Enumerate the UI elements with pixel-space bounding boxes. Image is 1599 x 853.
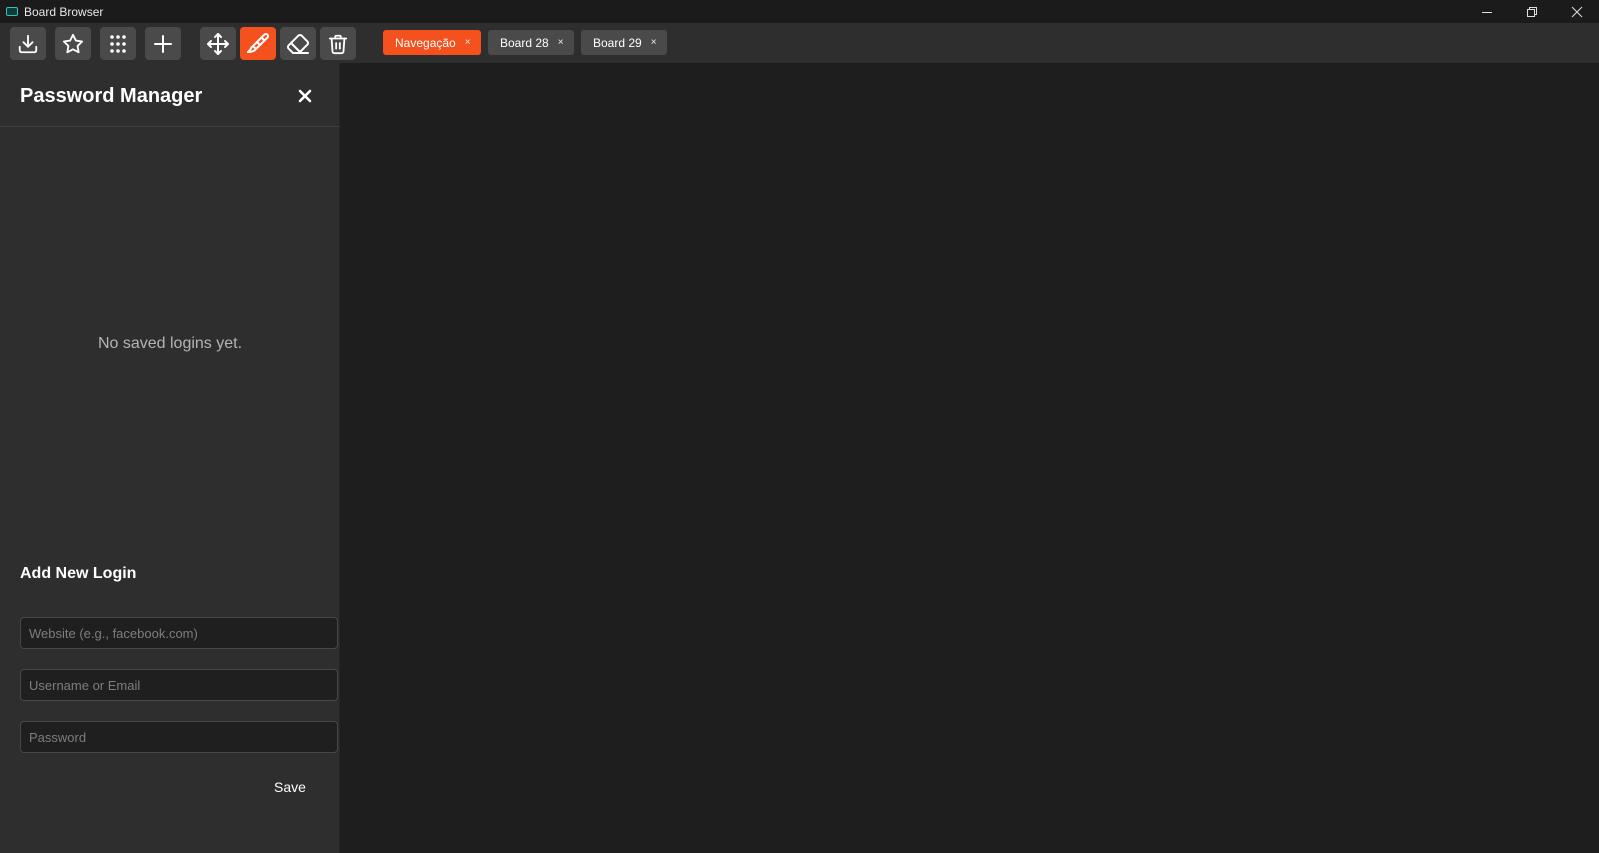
tab-label: Board 29 bbox=[593, 35, 642, 50]
move-icon bbox=[207, 32, 229, 55]
app-logo-icon bbox=[6, 7, 18, 16]
close-icon[interactable] bbox=[1554, 0, 1599, 23]
password-manager-panel: Password Manager No saved logins yet. Ad… bbox=[0, 63, 340, 853]
website-input[interactable] bbox=[20, 617, 338, 649]
username-input[interactable] bbox=[20, 669, 338, 701]
plus-icon bbox=[154, 34, 172, 53]
tab-close-icon[interactable]: × bbox=[651, 37, 657, 48]
star-icon bbox=[62, 33, 84, 53]
tab-label: Navegação bbox=[395, 35, 456, 50]
close-icon bbox=[298, 89, 312, 103]
eraser-tool-button[interactable] bbox=[280, 27, 316, 60]
tab-board-29[interactable]: Board 29 × bbox=[581, 30, 667, 55]
eraser-icon bbox=[286, 33, 310, 54]
download-icon bbox=[18, 34, 38, 53]
delete-button[interactable] bbox=[320, 27, 356, 60]
move-tool-button[interactable] bbox=[200, 27, 236, 60]
download-button[interactable] bbox=[10, 27, 46, 60]
favorites-button[interactable] bbox=[55, 27, 91, 60]
add-login-heading: Add New Login bbox=[20, 565, 137, 582]
restore-icon[interactable] bbox=[1509, 0, 1554, 23]
tab-navegacao[interactable]: Navegação × bbox=[383, 30, 481, 55]
save-button[interactable]: Save bbox=[262, 773, 318, 801]
window-controls bbox=[1464, 0, 1599, 23]
password-input[interactable] bbox=[20, 721, 338, 753]
window-title: Board Browser bbox=[24, 4, 104, 19]
minimize-icon[interactable] bbox=[1464, 0, 1509, 23]
panel-close-button[interactable] bbox=[296, 87, 314, 105]
panel-title: Password Manager bbox=[20, 85, 203, 107]
empty-state-message: No saved logins yet. bbox=[97, 335, 243, 352]
trash-icon bbox=[328, 34, 348, 54]
board-canvas[interactable] bbox=[341, 63, 1599, 853]
tab-close-icon[interactable]: × bbox=[558, 37, 564, 48]
tab-label: Board 28 bbox=[500, 35, 549, 50]
grid-icon bbox=[110, 34, 126, 53]
new-board-button[interactable] bbox=[145, 27, 181, 60]
brush-tool-button[interactable] bbox=[240, 27, 276, 60]
apps-grid-button[interactable] bbox=[100, 27, 136, 60]
tab-board-28[interactable]: Board 28 × bbox=[488, 30, 574, 55]
toolbar: Navegação × Board 28 × Board 29 × bbox=[0, 23, 1599, 63]
panel-header: Password Manager bbox=[0, 63, 340, 127]
brush-icon bbox=[247, 32, 269, 53]
tab-close-icon[interactable]: × bbox=[465, 37, 471, 48]
title-bar: Board Browser bbox=[0, 0, 1599, 23]
